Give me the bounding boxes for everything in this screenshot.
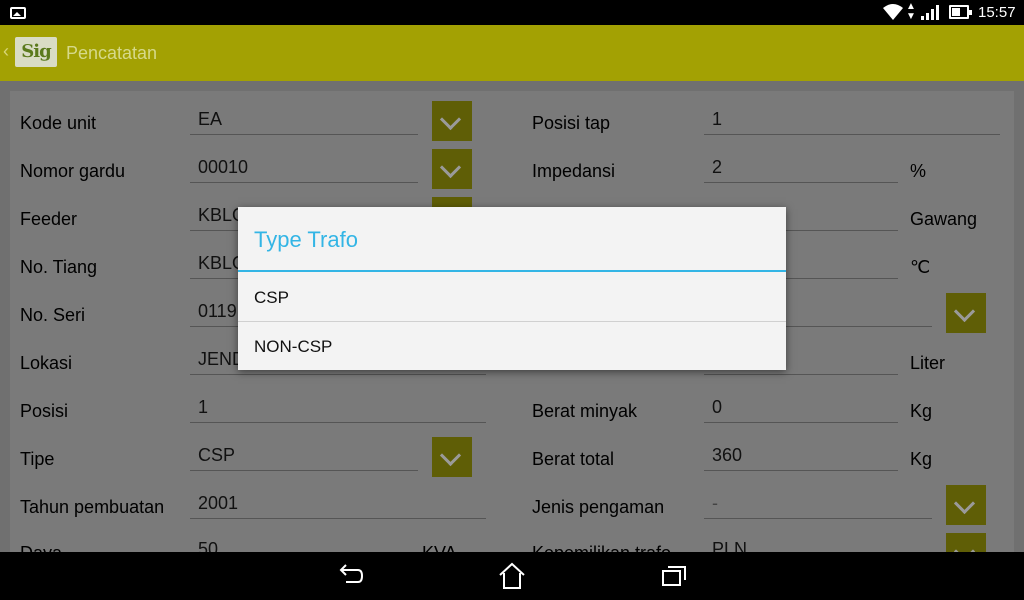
berat-total-field[interactable]: 360 — [704, 441, 898, 471]
action-bar: ‹ Sig Pencatatan — [0, 25, 1024, 81]
nomor-gardu-dropdown-button[interactable] — [432, 149, 472, 189]
posisi-label: Posisi — [20, 401, 69, 421]
nomor-gardu-field[interactable]: 00010 — [190, 153, 418, 183]
navigation-bar — [0, 552, 1024, 600]
kepemilikan-trafo-label: Kepemilikan trafo — [532, 543, 671, 552]
page-title: Pencatatan — [66, 43, 158, 63]
back-icon[interactable] — [336, 562, 364, 590]
kepemilikan-trafo-dropdown-button[interactable] — [946, 533, 986, 552]
type-trafo-dialog: Type Trafo CSP NON-CSP — [238, 207, 786, 370]
gallery-icon — [10, 7, 26, 19]
tipe-field[interactable]: CSP — [190, 441, 418, 471]
gawang-unit: Gawang — [910, 209, 978, 229]
dialog-option-csp[interactable]: CSP — [238, 273, 786, 322]
celsius-unit: ℃ — [910, 257, 931, 277]
posisi-tap-label: Posisi tap — [532, 113, 611, 133]
right-row5-dropdown-button[interactable] — [946, 293, 986, 333]
status-clock: 15:57 — [978, 4, 1016, 21]
berat-total-label: Berat total — [532, 449, 615, 469]
feeder-label: Feeder — [20, 209, 78, 229]
kode-unit-field[interactable]: EA — [190, 105, 418, 135]
tahun-pembuatan-label: Tahun pembuatan — [20, 497, 165, 517]
posisi-tap-field[interactable]: 1 — [704, 105, 1000, 135]
jenis-pengaman-field[interactable]: - — [704, 489, 932, 519]
data-transfer-icon: ▲ ▼ — [906, 1, 916, 22]
jenis-pengaman-label: Jenis pengaman — [532, 497, 665, 517]
recent-apps-icon[interactable] — [660, 562, 688, 590]
daya-label: Daya — [20, 543, 62, 552]
berat-total-unit: Kg — [910, 449, 933, 469]
signal-icon — [921, 5, 939, 20]
tipe-label: Tipe — [20, 449, 55, 469]
home-icon[interactable] — [497, 562, 527, 590]
wifi-icon — [883, 4, 903, 20]
liter-unit: Liter — [910, 353, 946, 373]
impedansi-unit: % — [910, 161, 927, 181]
impedansi-label: Impedansi — [532, 161, 616, 181]
posisi-field[interactable]: 1 — [190, 393, 486, 423]
berat-minyak-label: Berat minyak — [532, 401, 638, 421]
no-tiang-label: No. Tiang — [20, 257, 98, 277]
kepemilikan-trafo-field[interactable]: PLN — [704, 535, 932, 552]
up-caret-icon[interactable]: ‹ — [3, 41, 9, 62]
tahun-pembuatan-field[interactable]: 2001 — [190, 489, 486, 519]
status-bar: ▲ ▼ 15:57 — [0, 0, 1024, 25]
dialog-title: Type Trafo — [254, 227, 358, 252]
app-logo[interactable]: Sig — [15, 37, 57, 67]
impedansi-field[interactable]: 2 — [704, 153, 898, 183]
tipe-dropdown-button[interactable] — [432, 437, 472, 477]
berat-minyak-unit: Kg — [910, 401, 933, 421]
kode-unit-dropdown-button[interactable] — [432, 101, 472, 141]
berat-minyak-field[interactable]: 0 — [704, 393, 898, 423]
no-seri-label: No. Seri — [20, 305, 86, 325]
kode-unit-label: Kode unit — [20, 113, 97, 133]
daya-field[interactable]: 50 — [190, 535, 418, 552]
dialog-option-non-csp[interactable]: NON-CSP — [238, 322, 786, 371]
dialog-title-divider — [238, 270, 786, 272]
battery-icon — [949, 5, 972, 19]
jenis-pengaman-dropdown-button[interactable] — [946, 485, 986, 525]
nomor-gardu-label: Nomor gardu — [20, 161, 126, 181]
lokasi-label: Lokasi — [20, 353, 73, 373]
daya-unit: KVA — [422, 543, 457, 552]
